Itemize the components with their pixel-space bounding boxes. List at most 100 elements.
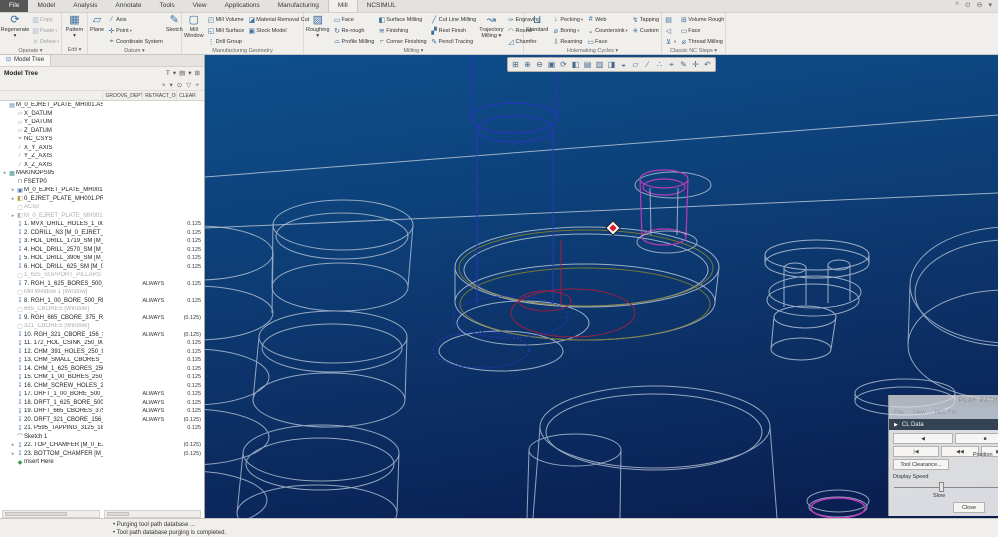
play-path-title[interactable]: PLAY PATH — [889, 395, 998, 407]
tree-row-mill-window-1-window[interactable]: ▢Mill Window 1 [Window] — [0, 288, 204, 297]
column-clear[interactable]: CLEAR — [176, 91, 204, 100]
tree-row-665-cbores-window[interactable]: ▢665_CBORES [Window] — [0, 305, 204, 314]
tree-row-10-rgh-321-cbore-156-slr-fem-m[interactable]: ↧10. RGH_321_CBORE_156_SLR_FEM [M_(ALWAY… — [0, 331, 204, 340]
axis-button[interactable]: ∕Axis — [107, 14, 163, 25]
tree-row-1-mvx-drill-holes-1-00-mvx-drill-m[interactable]: ↧1. MVX_DRILL_HOLES_1_00_MVX_DRILL [M0.1… — [0, 220, 204, 229]
tree-row-20-drft-321-cbore-156-slf-fem-m[interactable]: ↧20. DRFT_321_CBORE_156_SLF_FEM [M_ALWAY… — [0, 416, 204, 425]
rest-finish-button[interactable]: ▞Rest Finish — [430, 25, 477, 36]
tab-ncsimul[interactable]: NCSIMUL — [358, 0, 405, 12]
tree-row-23-bottom-chamfer-m-0-ejret-pla[interactable]: ▸↧23. BOTTOM_CHAMFER [M_0_EJRET_PLA(0.12… — [0, 450, 204, 459]
tab-manufacturing[interactable]: Manufacturing — [269, 0, 328, 12]
zoom-window-icon[interactable]: ⊞ — [510, 59, 521, 71]
tree-row-m-0-ejret-plate-mh001-asm[interactable]: ▤M_0_EJRET_PLATE_MH001.ASM — [0, 101, 204, 110]
group-label-classic[interactable]: Classic NC Steps ▾ — [662, 47, 725, 54]
web-button[interactable]: #Web — [586, 14, 628, 25]
tree-row-17-drft-1-00-bore-500-rlf-fem-m[interactable]: ↧17. DRFT_1_00_BORE_500_RLF_FEM [M_(ALWA… — [0, 390, 204, 399]
delete-button[interactable]: ✕Delete▾ — [31, 36, 59, 47]
pattern-button[interactable]: ▦Pattern ▾ — [64, 14, 85, 39]
go-to-start-button[interactable]: |◀ — [893, 446, 939, 457]
tree-row-x-datum[interactable]: ▱X_DATUM — [0, 110, 204, 119]
face-button[interactable]: ▭Face — [333, 14, 375, 25]
tree-row-7-rgh-1-625-bores-500-rlr-fem-m[interactable]: ↧7. RGH_1_625_BORES_500_RLR_FEM [MALWAYS… — [0, 280, 204, 289]
tree-row-19-drft-665-cbores-375-rlf-fem-m[interactable]: ↧19. DRFT_665_CBORES_375_RLF_FEM [MALWAY… — [0, 407, 204, 416]
tree-row-y-z-axis[interactable]: ∕Y_Z_AXIS — [0, 152, 204, 161]
boring-button[interactable]: ⌀Boring▾ — [551, 25, 583, 36]
tree-row-z-datum[interactable]: ▱Z_DATUM — [0, 127, 204, 136]
add-filter-button[interactable]: + — [195, 82, 199, 89]
tree-row-6-hol-drill-625-sm-m-0-ejret-plate[interactable]: ↧6. HOL_DRILL_625_SM [M_0_EJRET_PLATE0.1… — [0, 263, 204, 272]
tab-model[interactable]: Model — [28, 0, 64, 12]
tree-row-ac50[interactable]: ▢AC50 — [0, 203, 204, 212]
command-search-button[interactable]: ⊙ — [965, 0, 971, 12]
tree-row-insert-here[interactable]: ◆Insert Here — [0, 458, 204, 467]
group-label-operate[interactable]: Operate ▾ — [0, 47, 61, 54]
tree-row-1-625-support-pillars-window[interactable]: ▢1_625_SUPPORT_PILLARS [Window] — [0, 271, 204, 280]
copy-button[interactable]: ▥Copy — [31, 14, 59, 25]
tapping-button[interactable]: ↯Tapping — [631, 14, 659, 25]
tab-file[interactable]: File — [0, 0, 28, 12]
wireframe-scene[interactable] — [205, 55, 998, 518]
tree-hscrollbar-left[interactable] — [2, 510, 100, 518]
tree-filters-button[interactable]: T — [166, 69, 170, 79]
tree-row-sketch-1[interactable]: ⌒Sketch 1 — [0, 433, 204, 442]
tree-row-11-172-hol-csink-250-90-csink-m-0[interactable]: ↧11. 172_HOL_CSINK_250_90_CSINK [M_00.12… — [0, 339, 204, 348]
tab-model-tree[interactable]: ⊟ Model Tree — [0, 55, 51, 66]
more-options-button[interactable]: ▾ — [988, 0, 992, 12]
classic-drill-icon-button[interactable]: ⊻▾ — [664, 36, 676, 47]
face-button[interactable]: ▭Face — [679, 25, 724, 36]
display-style-icon[interactable]: ◨ — [606, 59, 617, 71]
column-groove-depth[interactable]: GROOVE_DEPTH — [102, 91, 142, 100]
tree-row-12-chm-391-holes-250-90-chm-m-0[interactable]: ↧12. CHM_391_HOLES_250_90_CHM [M_00.125 — [0, 348, 204, 357]
cut-line-milling-button[interactable]: ╱Cut Line Milling — [430, 14, 477, 25]
group-label-holemaking[interactable]: Holemaking Cycles ▾ — [524, 47, 661, 54]
close-button[interactable]: Close — [953, 502, 985, 513]
tab-applications[interactable]: Applications — [216, 0, 269, 12]
tree-row-4-hol-drill-2570-sm-m-0-ejret-pla[interactable]: ↧4. HOL_DRILL_2570_SM [M_0_EJRET_PLA]0.1… — [0, 246, 204, 255]
countersink-button[interactable]: ⌄Countersink▾ — [586, 25, 628, 36]
tree-row-x-z-axis[interactable]: ∕X_Z_AXIS — [0, 161, 204, 170]
finishing-button[interactable]: ≋Finishing — [377, 25, 426, 36]
tree-row-m-0-ejret-plate-mh001-wrk-01-prt[interactable]: ▸◧M_0_EJRET_PLATE_MH001_WRK_01.PRT — [0, 212, 204, 221]
annotation-display-icon[interactable]: ✎ — [678, 59, 689, 71]
tree-hscrollbar-right[interactable] — [104, 510, 201, 518]
collapse-ribbon-button[interactable]: ^ — [955, 0, 958, 12]
repaint-icon[interactable]: ⟳ — [558, 59, 569, 71]
tree-row-21-p595-tapping-3125-18-m-0-ejret[interactable]: ↧21. P595_TAPPING_3125_18 [M_0_EJRET_0.1… — [0, 424, 204, 433]
clear-search-button[interactable]: × — [162, 82, 166, 89]
tree-row-3-hol-drill-1719-sm-m-0-ejret-plat[interactable]: ↧3. HOL_DRILL_1719_SM [M_0_EJRET_PLAT0.1… — [0, 237, 204, 246]
zoom-in-icon[interactable]: ⊕ — [522, 59, 533, 71]
help-button[interactable]: ⊖ — [977, 0, 983, 12]
tree-row-makinops95[interactable]: ▸▦MAKINOPS95 — [0, 169, 204, 178]
play-reverse-button[interactable]: ◀ — [893, 433, 953, 444]
corner-finishing-button[interactable]: ⌐Corner Finishing — [377, 36, 426, 47]
group-label-milling[interactable]: Milling ▾ — [304, 47, 523, 54]
spin-center-icon[interactable]: ✛ — [690, 59, 701, 71]
previous-view-icon[interactable]: ↶ — [702, 59, 713, 71]
tree-row-2-cdrill-n3-m-0-ejret-plate-mh001[interactable]: ↧2. CDRILL_N3 [M_0_EJRET_PLATE_MH001]0.1… — [0, 229, 204, 238]
mill-window-button[interactable]: ▢Mill Window — [184, 14, 204, 39]
roughing-button[interactable]: ▨Roughing ▾ — [306, 14, 330, 39]
refit-icon[interactable]: ▣ — [546, 59, 557, 71]
tree-row-14-chm-1-625-bores-250-90-chm-m[interactable]: ↧14. CHM_1_625_BORES_250_90_CHM [M0.125 — [0, 365, 204, 374]
tree-row-5-hol-drill-3906-sm-m-0-ejret-pla[interactable]: ↧5. HOL_DRILL_3906_SM [M_0_EJRET_PLA]0.1… — [0, 254, 204, 263]
volume-rough-button[interactable]: ⊞Volume Rough — [679, 14, 724, 25]
classic-tool-icon-button[interactable]: ▤ — [664, 14, 676, 25]
tool-clearance-button[interactable]: Tool Clearance... — [893, 459, 949, 470]
tree-row-15-chm-1-00-bores-250-90-chm-m[interactable]: ↧15. CHM_1_00_BORES_250_90_CHM [M,0.125 — [0, 373, 204, 382]
standard-button[interactable]: ⊔Standard — [526, 14, 548, 33]
scroll-thumb[interactable] — [5, 512, 67, 516]
custom-button[interactable]: ✳Custom — [631, 25, 659, 36]
shaded-view-icon[interactable]: ◧ — [570, 59, 581, 71]
tree-row-18-drft-1-625-bore-500-rlf-fem-m[interactable]: ↧18. DRFT_1_625_BORE_500_RLF_FEM [MALWAY… — [0, 399, 204, 408]
menu-ncl-file[interactable]: NCL File — [935, 410, 958, 416]
tab-annotate[interactable]: Annotate — [106, 0, 150, 12]
tree-filters-dropdown[interactable]: ▾ — [173, 69, 176, 79]
pecking-button[interactable]: ↓Pecking▾ — [551, 14, 583, 25]
datum-point-display-icon[interactable]: ∴ — [654, 59, 665, 71]
tree-row-y-datum[interactable]: ▱Y_DATUM — [0, 118, 204, 127]
point-button[interactable]: ✛Point▾ — [107, 25, 163, 36]
group-label-datum[interactable]: Datum ▾ — [88, 47, 181, 54]
paste-button[interactable]: ▤Paste▾ — [31, 25, 59, 36]
tree-columns-button[interactable]: ⊞ — [195, 69, 200, 79]
stop-button[interactable]: ■ — [955, 433, 998, 444]
